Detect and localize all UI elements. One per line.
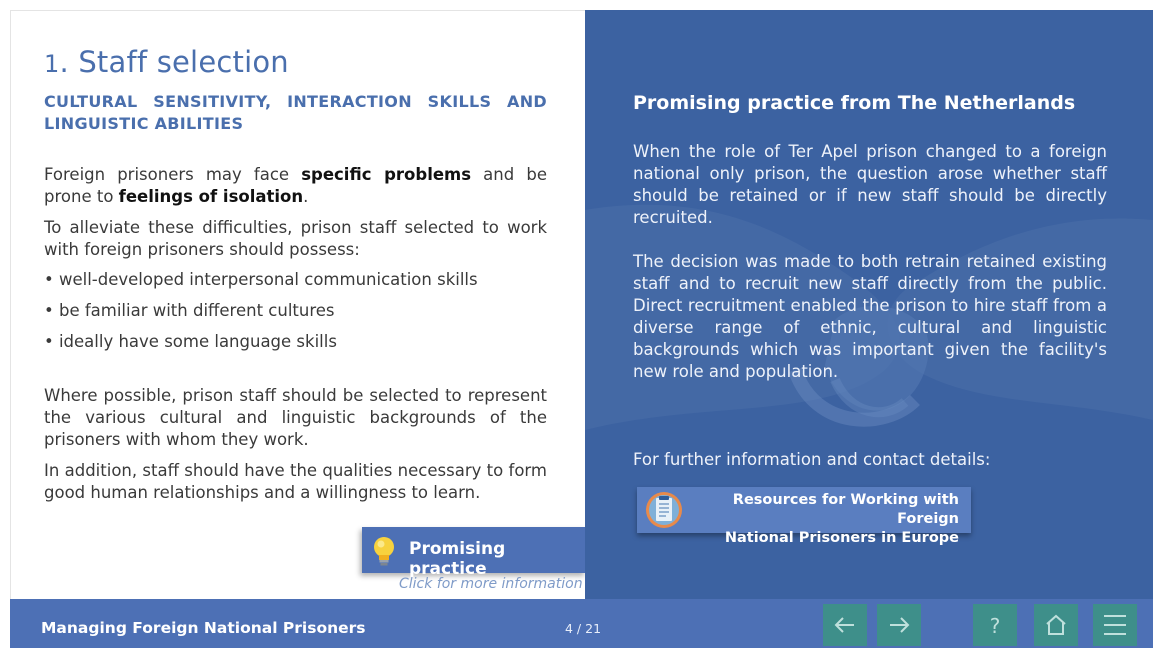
intro-bold-2: feelings of isolation: [118, 187, 304, 206]
promising-practice-label: Promising practice: [409, 539, 506, 579]
panel-paragraph-1: When the role of Ter Apel prison changed…: [633, 142, 1107, 227]
title-number: 1: [44, 50, 60, 78]
intro-text-3: .: [303, 187, 309, 206]
home-icon: [1046, 614, 1066, 635]
next-button[interactable]: [877, 604, 921, 646]
page-indicator: 4 / 21: [565, 621, 602, 636]
skills-paragraph: To alleviate these difficulties, prison …: [44, 218, 547, 259]
resources-link-label: Resources for Working with Foreign Natio…: [687, 491, 959, 548]
click-hint: Click for more information: [399, 576, 583, 592]
selection-paragraph: Where possible, prison staff should be s…: [44, 386, 547, 449]
title-text: . Staff selection: [59, 45, 289, 79]
contact-text: For further information and contact deta…: [633, 450, 991, 469]
content-panel: 1. Staff selection CULTURAL SENSITIVITY,…: [10, 10, 586, 599]
bullet-item: • ideally have some language skills: [44, 332, 337, 351]
menu-icon: [1104, 615, 1126, 635]
lightbulb-icon: [374, 537, 394, 566]
help-button[interactable]: ?: [973, 604, 1017, 646]
resources-link-line-2: National Prisoners in Europe: [724, 530, 959, 546]
resources-link-line-1: Resources for Working with Foreign: [732, 492, 959, 527]
panel-paragraph-2: The decision was made to both retrain re…: [633, 252, 1107, 381]
resources-link-button[interactable]: Resources for Working with Foreign Natio…: [637, 487, 971, 546]
bullet-item: • be familiar with different cultures: [44, 301, 335, 320]
slide-frame: 1. Staff selection CULTURAL SENSITIVITY,…: [10, 10, 1153, 648]
question-icon: ?: [989, 614, 1001, 638]
qualities-paragraph: In addition, staff should have the quali…: [44, 461, 547, 502]
slide-title: 1. Staff selection: [44, 45, 289, 79]
menu-button[interactable]: [1093, 604, 1137, 646]
course-title: Managing Foreign National Prisoners: [41, 619, 366, 637]
previous-button[interactable]: [823, 604, 867, 646]
arrow-right-icon: [890, 617, 910, 633]
promising-practice-button[interactable]: Promising practice: [362, 527, 586, 579]
intro-bold-1: specific problems: [301, 165, 472, 184]
promising-practice-panel: Promising practice from The Netherlands …: [585, 10, 1153, 599]
document-icon: [646, 492, 682, 528]
arrow-left-icon: [834, 617, 854, 633]
home-button[interactable]: [1034, 604, 1078, 646]
bullet-item: • well-developed interpersonal communica…: [44, 270, 478, 289]
footer-bar: Managing Foreign National Prisoners 4 / …: [10, 599, 1153, 648]
panel-heading: Promising practice from The Netherlands: [633, 92, 1076, 114]
intro-paragraph: Foreign prisoners may face specific prob…: [44, 164, 547, 208]
slide-subtitle: CULTURAL SENSITIVITY, INTERACTION SKILLS…: [44, 92, 547, 133]
intro-text-1: Foreign prisoners may face: [44, 165, 302, 184]
